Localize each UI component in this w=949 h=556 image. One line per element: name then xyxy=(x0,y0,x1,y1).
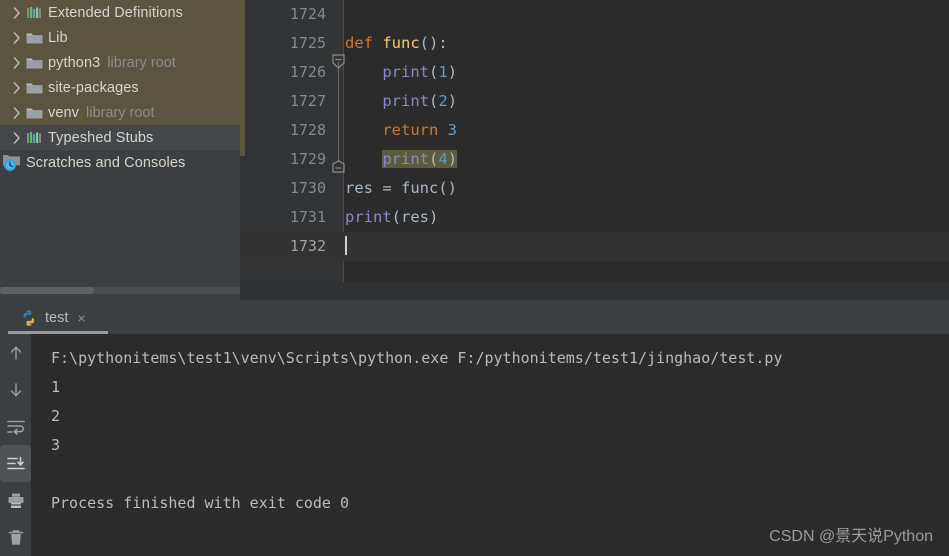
code-line-unreachable[interactable]: 1729 print(4) xyxy=(240,145,949,174)
chevron-right-icon[interactable] xyxy=(8,106,26,119)
folder-icon xyxy=(26,106,48,120)
chevron-right-icon[interactable] xyxy=(8,131,26,144)
tree-item-label: venv xyxy=(48,104,80,121)
line-number: 1729 xyxy=(289,150,326,168)
code-line[interactable]: 1724 xyxy=(240,0,949,29)
close-icon[interactable]: × xyxy=(77,310,85,326)
code-line[interactable]: 1731 print(res) xyxy=(240,203,949,232)
line-number: 1726 xyxy=(289,63,326,81)
chevron-right-icon[interactable] xyxy=(8,31,26,44)
run-tool-window: test × F:\pythonitems\test1\venv\Scripts… xyxy=(0,303,949,556)
line-content xyxy=(345,232,347,261)
tree-item-label: Lib xyxy=(48,29,68,46)
tree-item-venv[interactable]: venv library root xyxy=(0,100,240,125)
line-number: 1730 xyxy=(289,179,326,197)
line-content: return 3 xyxy=(382,121,458,139)
folder-icon xyxy=(26,31,48,45)
chevron-right-icon[interactable] xyxy=(8,56,26,69)
line-number: 1731 xyxy=(289,208,326,226)
scroll-to-end-icon[interactable] xyxy=(0,445,31,482)
tree-item-label: site-packages xyxy=(48,79,139,96)
library-bars-icon xyxy=(26,6,48,20)
unreachable-code-highlight: print(4) xyxy=(382,150,458,168)
code-editor[interactable]: 1724 1725 def func(): 1726 print(1) 1727… xyxy=(240,0,949,300)
line-content: print(2) xyxy=(382,92,458,110)
line-content: print(res) xyxy=(345,208,439,226)
python-logo-icon xyxy=(20,309,38,327)
line-number: 1732 xyxy=(289,237,326,255)
code-line[interactable]: 1730 res = func() xyxy=(240,174,949,203)
tree-item-lib[interactable]: Lib xyxy=(0,25,240,50)
line-number: 1727 xyxy=(289,92,326,110)
line-number: 1728 xyxy=(289,121,326,139)
console-output-line: 1 xyxy=(51,378,61,396)
watermark: CSDN @景天说Python xyxy=(769,528,933,545)
chevron-right-icon[interactable] xyxy=(8,6,26,19)
tree-item-extended-definitions[interactable]: Extended Definitions xyxy=(0,0,240,25)
code-line[interactable]: 1725 def func(): xyxy=(240,29,949,58)
run-tab-label: test xyxy=(45,310,69,326)
run-tab-test[interactable]: test × xyxy=(10,305,94,331)
project-tree-panel[interactable]: Extended Definitions Lib python3 library… xyxy=(0,0,240,300)
tree-item-label: python3 xyxy=(48,54,101,71)
code-line[interactable]: 1728 return 3 xyxy=(240,116,949,145)
tree-item-sublabel: library root xyxy=(86,104,155,121)
tree-item-scratches-and-consoles[interactable]: Scratches and Consoles xyxy=(0,150,240,175)
tree-item-typeshed-stubs[interactable]: Typeshed Stubs xyxy=(0,125,240,150)
line-content: res = func() xyxy=(345,179,457,197)
tree-item-label: Scratches and Consoles xyxy=(26,154,186,171)
tree-horizontal-scrollbar-thumb[interactable] xyxy=(0,287,94,294)
tree-item-sublabel: library root xyxy=(107,54,176,71)
tree-item-label: Extended Definitions xyxy=(48,4,183,21)
scratches-clock-icon xyxy=(2,154,26,172)
line-number: 1725 xyxy=(289,34,326,52)
tree-item-python3[interactable]: python3 library root xyxy=(0,50,240,75)
line-content: print(1) xyxy=(382,63,458,81)
library-bars-icon xyxy=(26,131,48,145)
editor-lines[interactable]: 1724 1725 def func(): 1726 print(1) 1727… xyxy=(240,0,949,282)
console-toolbar xyxy=(0,334,31,556)
code-line-current[interactable]: 1732 xyxy=(240,232,949,261)
clear-all-icon[interactable] xyxy=(0,519,31,556)
run-tabbar: test × xyxy=(0,303,949,334)
line-content: print(4) xyxy=(345,145,458,174)
top-split: Extended Definitions Lib python3 library… xyxy=(0,0,949,300)
pycharm-window: Extended Definitions Lib python3 library… xyxy=(0,0,949,556)
console-output-line: 2 xyxy=(51,407,61,425)
folder-icon xyxy=(26,56,48,70)
line-content: def func(): xyxy=(345,34,448,52)
print-icon[interactable] xyxy=(0,482,31,519)
chevron-right-icon[interactable] xyxy=(8,81,26,94)
scroll-up-icon[interactable] xyxy=(0,334,31,371)
console-output-line: Process finished with exit code 0 xyxy=(51,494,350,512)
line-number: 1724 xyxy=(289,5,326,23)
soft-wrap-icon[interactable] xyxy=(0,408,31,445)
folder-icon xyxy=(26,81,48,95)
text-caret xyxy=(345,236,347,255)
scroll-down-icon[interactable] xyxy=(0,371,31,408)
tree-item-site-packages[interactable]: site-packages xyxy=(0,75,240,100)
tree-item-label: Typeshed Stubs xyxy=(48,129,154,146)
project-tree-list: Extended Definitions Lib python3 library… xyxy=(0,0,240,175)
console-output-line: F:\pythonitems\test1\venv\Scripts\python… xyxy=(51,349,783,367)
code-line[interactable]: 1726 print(1) xyxy=(240,58,949,87)
console-output-line: 3 xyxy=(51,436,61,454)
editor-bottom-strip xyxy=(240,282,949,300)
code-line[interactable]: 1727 print(2) xyxy=(240,87,949,116)
